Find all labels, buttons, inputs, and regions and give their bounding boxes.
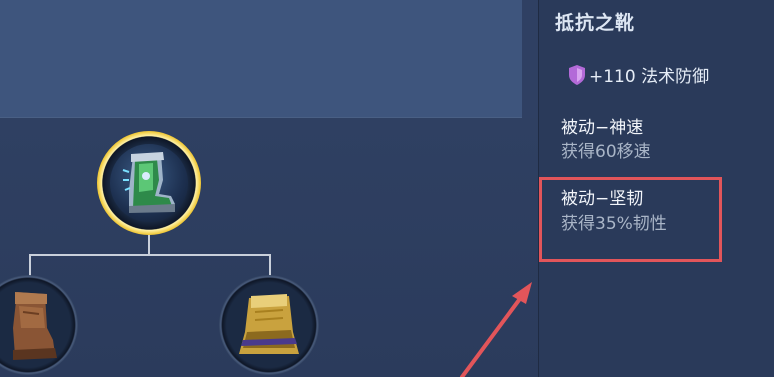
stat-row: +110 法术防御 — [567, 62, 709, 87]
magic-defense-shield-icon — [567, 64, 587, 86]
item-node-main[interactable] — [97, 131, 201, 235]
passive-desc-1: 获得60移速 — [561, 142, 651, 162]
passive-title-1: 被动−神速 — [561, 118, 644, 138]
tree-connector-right-drop — [269, 254, 271, 276]
tree-connector-horizontal — [29, 254, 271, 256]
armored-boot-icon — [110, 144, 188, 222]
leather-boot-icon — [0, 288, 63, 362]
stat-magic-defense: +110 法术防御 — [589, 67, 710, 87]
item-node-component-2[interactable] — [219, 275, 319, 375]
item-tree — [0, 0, 538, 377]
item-name: 抵抗之靴 — [555, 12, 636, 34]
item-node-component-1[interactable] — [0, 275, 78, 375]
tree-connector-left-drop — [29, 254, 31, 276]
highlight-box — [539, 177, 722, 262]
golden-shield-icon — [233, 288, 305, 362]
